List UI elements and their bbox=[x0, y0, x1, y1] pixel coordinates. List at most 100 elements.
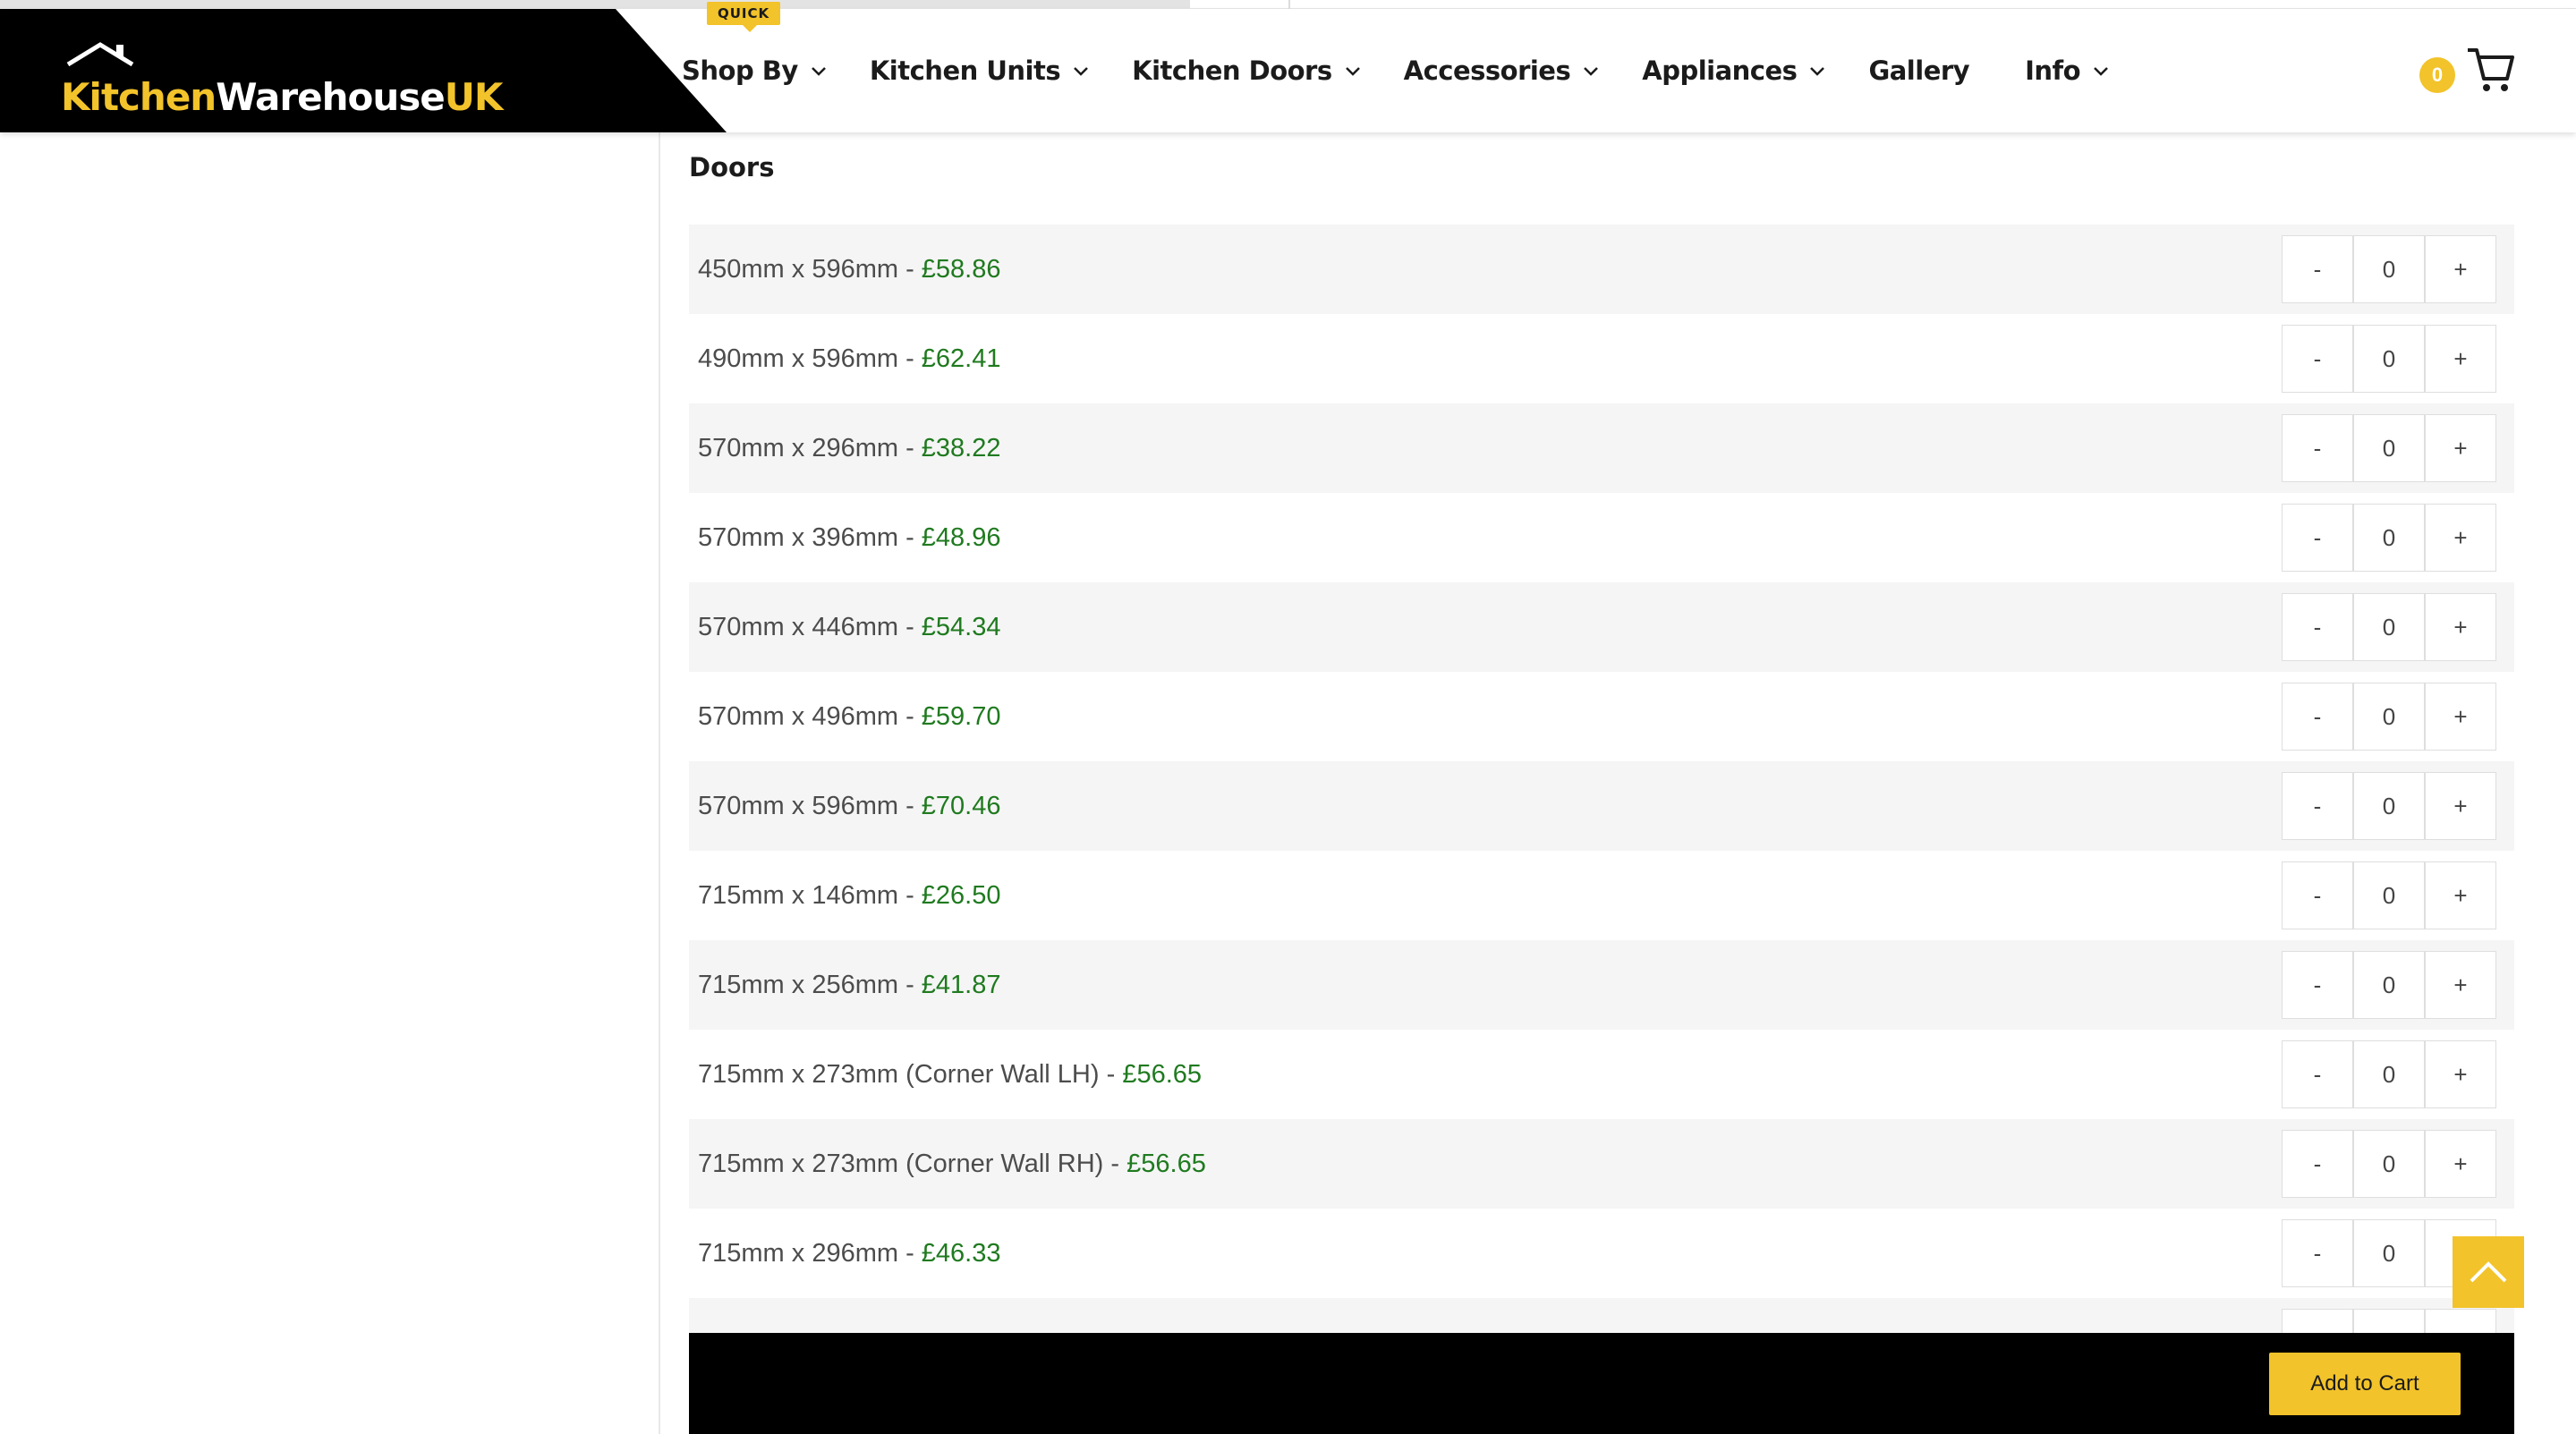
decrease-quantity-button[interactable]: - bbox=[2282, 504, 2353, 572]
decrease-quantity-button[interactable]: - bbox=[2282, 325, 2353, 393]
quantity-input[interactable]: 0 bbox=[2353, 235, 2425, 303]
door-option-row: 715mm x 273mm (Corner Wall LH) - £56.65-… bbox=[689, 1030, 2514, 1119]
quantity-input[interactable]: 0 bbox=[2353, 772, 2425, 840]
increase-quantity-button[interactable]: + bbox=[2425, 683, 2496, 751]
increase-quantity-button[interactable]: + bbox=[2425, 504, 2496, 572]
separator: - bbox=[898, 1238, 922, 1268]
product-options: Doors 450mm x 596mm - £58.86-0 +490mm x 5… bbox=[689, 132, 2514, 1434]
decrease-quantity-button[interactable]: - bbox=[2282, 951, 2353, 1019]
chevron-down-icon bbox=[2094, 67, 2108, 76]
increase-quantity-button[interactable]: + bbox=[2425, 1040, 2496, 1108]
door-size: 490mm x 596mm bbox=[698, 344, 899, 373]
door-price: £41.87 bbox=[921, 970, 1001, 999]
door-option-label: 715mm x 256mm - £41.87 bbox=[698, 971, 1001, 1000]
divider bbox=[1288, 0, 1290, 9]
quantity-input[interactable]: 0 bbox=[2353, 504, 2425, 572]
door-option-row: 715mm x 256mm - £41.87-0 + bbox=[689, 940, 2514, 1030]
decrease-quantity-button[interactable]: - bbox=[2282, 593, 2353, 661]
quantity-stepper: -0+ bbox=[2282, 593, 2496, 661]
increase-quantity-button[interactable]: + bbox=[2425, 325, 2496, 393]
door-option-label: 715mm x 146mm - £26.50 bbox=[698, 881, 1001, 911]
quantity-stepper: -0+ bbox=[2282, 772, 2496, 840]
door-option-label: 715mm x 296mm - £46.33 bbox=[698, 1239, 1001, 1269]
door-size: 715mm x 273mm (Corner Wall LH) bbox=[698, 1059, 1100, 1089]
door-option-label: 715mm x 273mm (Corner Wall RH) - £56.65 bbox=[698, 1150, 1206, 1179]
decrease-quantity-button[interactable]: - bbox=[2282, 1219, 2353, 1287]
door-option-label: 715mm x 273mm (Corner Wall LH) - £56.65 bbox=[698, 1060, 1202, 1090]
door-size: 570mm x 496mm bbox=[698, 701, 899, 731]
chevron-down-icon bbox=[1810, 67, 1825, 76]
nav-info[interactable]: Info bbox=[2025, 55, 2109, 86]
nav-kitchen-doors[interactable]: Kitchen Doors bbox=[1132, 55, 1361, 86]
separator: - bbox=[898, 970, 922, 999]
door-price: £58.86 bbox=[921, 254, 1001, 284]
quantity-input[interactable]: 0 bbox=[2353, 414, 2425, 482]
nav-gallery[interactable]: Gallery bbox=[1868, 55, 1969, 86]
section-title: Doors bbox=[689, 152, 775, 182]
door-size: 450mm x 596mm bbox=[698, 254, 899, 284]
quantity-input[interactable]: 0 bbox=[2353, 325, 2425, 393]
nav-label: Gallery bbox=[1868, 55, 1970, 86]
main-nav: QUICK Shop By Kitchen Units Kitchen Door… bbox=[682, 2, 2152, 132]
door-option-label: 570mm x 596mm - £70.46 bbox=[698, 792, 1001, 821]
nav-accessories[interactable]: Accessories bbox=[1404, 55, 1600, 86]
quantity-input[interactable]: 0 bbox=[2353, 683, 2425, 751]
increase-quantity-button[interactable]: + bbox=[2425, 951, 2496, 1019]
quick-badge: QUICK bbox=[707, 2, 781, 32]
separator: - bbox=[898, 701, 922, 731]
door-price: £59.70 bbox=[921, 701, 1001, 731]
left-sidebar bbox=[0, 132, 660, 1434]
door-option-row: 715mm x 146mm - £26.50-0 + bbox=[689, 851, 2514, 940]
scroll-to-top-button[interactable] bbox=[2453, 1236, 2524, 1308]
separator: - bbox=[1099, 1059, 1123, 1089]
quantity-stepper: -0+ bbox=[2282, 325, 2496, 393]
cart-count-badge: 0 bbox=[2419, 57, 2455, 93]
door-size: 570mm x 396mm bbox=[698, 522, 899, 552]
increase-quantity-button[interactable]: + bbox=[2425, 593, 2496, 661]
door-option-label: 570mm x 296mm - £38.22 bbox=[698, 434, 1001, 463]
quantity-input[interactable]: 0 bbox=[2353, 1130, 2425, 1198]
increase-quantity-button[interactable]: + bbox=[2425, 772, 2496, 840]
decrease-quantity-button[interactable]: - bbox=[2282, 414, 2353, 482]
chevron-down-icon bbox=[811, 67, 826, 76]
nav-label: Accessories bbox=[1403, 55, 1571, 86]
nav-appliances[interactable]: Appliances bbox=[1642, 55, 1825, 86]
quantity-input[interactable]: 0 bbox=[2353, 1040, 2425, 1108]
nav-label: Info bbox=[2025, 55, 2081, 86]
scroll-progress bbox=[0, 0, 1190, 9]
decrease-quantity-button[interactable]: - bbox=[2282, 235, 2353, 303]
quantity-input[interactable]: 0 bbox=[2353, 1219, 2425, 1287]
logo-text-warehouse: Warehouse bbox=[216, 75, 446, 119]
site-logo[interactable]: KitchenWarehouseUK bbox=[61, 45, 503, 119]
nav-shop-by[interactable]: QUICK Shop By bbox=[682, 2, 827, 86]
separator: - bbox=[898, 522, 922, 552]
increase-quantity-button[interactable]: + bbox=[2425, 861, 2496, 929]
separator: - bbox=[898, 880, 922, 910]
nav-kitchen-units[interactable]: Kitchen Units bbox=[870, 55, 1089, 86]
browser-top-strip bbox=[0, 0, 2576, 9]
decrease-quantity-button[interactable]: - bbox=[2282, 861, 2353, 929]
door-price: £48.96 bbox=[921, 522, 1001, 552]
decrease-quantity-button[interactable]: - bbox=[2282, 1130, 2353, 1198]
add-to-cart-button[interactable]: Add to Cart bbox=[2269, 1353, 2461, 1415]
door-size: 715mm x 273mm (Corner Wall RH) bbox=[698, 1149, 1104, 1178]
door-price: £70.46 bbox=[921, 791, 1001, 820]
cart-button[interactable]: 0 bbox=[2419, 43, 2518, 100]
decrease-quantity-button[interactable]: - bbox=[2282, 683, 2353, 751]
door-option-label: 450mm x 596mm - £58.86 bbox=[698, 255, 1001, 284]
door-price: £62.41 bbox=[921, 344, 1001, 373]
decrease-quantity-button[interactable]: - bbox=[2282, 1040, 2353, 1108]
decrease-quantity-button[interactable]: - bbox=[2282, 772, 2353, 840]
chevron-down-icon bbox=[1074, 67, 1088, 76]
increase-quantity-button[interactable]: + bbox=[2425, 414, 2496, 482]
separator: - bbox=[898, 791, 922, 820]
quantity-input[interactable]: 0 bbox=[2353, 951, 2425, 1019]
cart-icon bbox=[2468, 48, 2514, 91]
increase-quantity-button[interactable]: + bbox=[2425, 1130, 2496, 1198]
quantity-input[interactable]: 0 bbox=[2353, 593, 2425, 661]
door-option-row: 715mm x 273mm (Corner Wall RH) - £56.65 -… bbox=[689, 1119, 2514, 1209]
increase-quantity-button[interactable]: + bbox=[2425, 235, 2496, 303]
quantity-input[interactable]: 0 bbox=[2353, 861, 2425, 929]
quantity-stepper: -0+ bbox=[2282, 504, 2496, 572]
door-size-list: 450mm x 596mm - £58.86-0 +490mm x 596mm -… bbox=[689, 225, 2514, 1387]
